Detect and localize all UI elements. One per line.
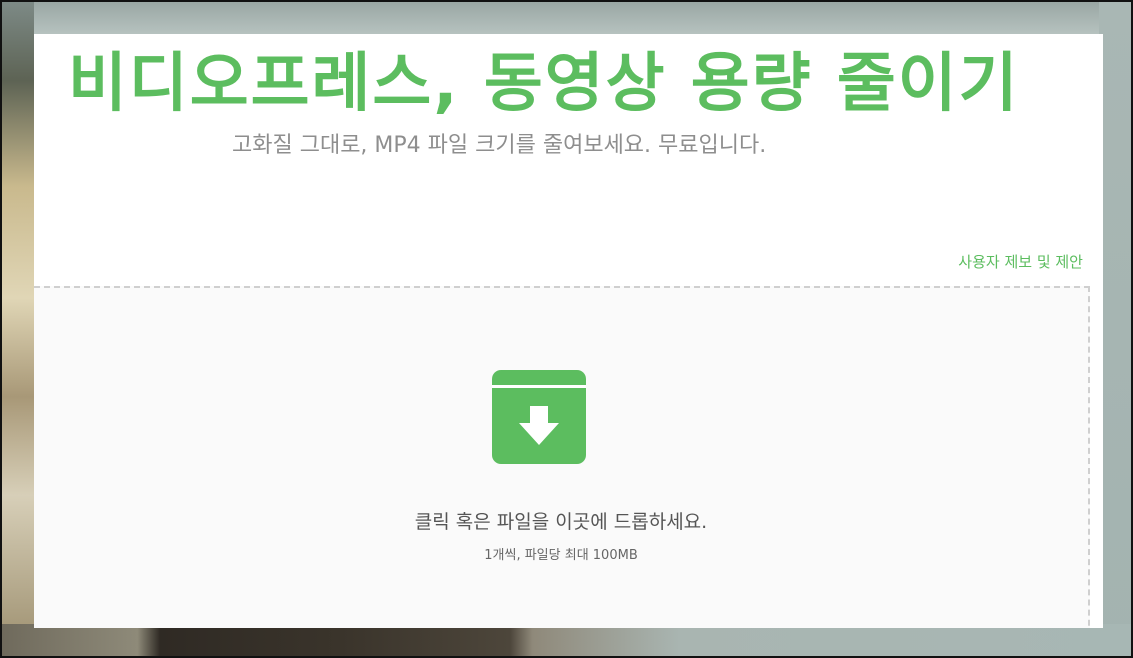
page-title: 비디오프레스, 동영상 용량 줄이기 (68, 47, 1020, 121)
dropzone-limits: 1개씩, 파일당 최대 100MB (484, 548, 638, 563)
screen: 비디오프레스, 동영상 용량 줄이기 고화질 그대로, MP4 파일 크기를 줄… (0, 0, 1133, 658)
background-photo-left (2, 2, 34, 656)
file-dropzone[interactable]: 클릭 혹은 파일을 이곳에 드롭하세요. 1개씩, 파일당 최대 100MB (34, 286, 1090, 628)
archive-download-icon (492, 370, 586, 464)
dropzone-instruction: 클릭 혹은 파일을 이곳에 드롭하세요. (414, 511, 708, 533)
background-photo-bottom (2, 624, 1131, 656)
main-card: 비디오프레스, 동영상 용량 줄이기 고화질 그대로, MP4 파일 크기를 줄… (34, 34, 1103, 628)
page-subtitle: 고화질 그대로, MP4 파일 크기를 줄여보세요. 무료입니다. (232, 133, 767, 158)
feedback-link[interactable]: 사용자 제보 및 제안 (958, 251, 1083, 272)
background-photo-right (1099, 2, 1131, 656)
background-photo-top (2, 2, 1131, 34)
